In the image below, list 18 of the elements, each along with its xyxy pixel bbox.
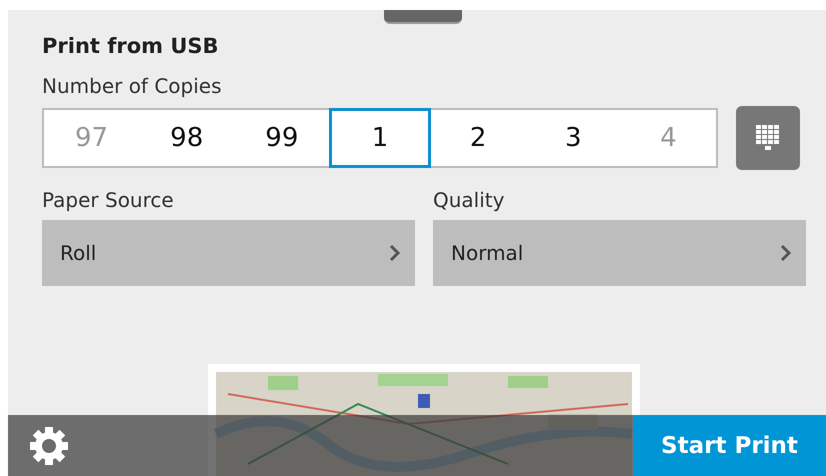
- settings-icon[interactable]: [28, 424, 70, 466]
- copy-count-option[interactable]: 2: [430, 110, 526, 166]
- copy-count-option[interactable]: 99: [234, 110, 330, 166]
- keypad-icon: [755, 125, 781, 151]
- chevron-right-icon: [389, 244, 401, 262]
- copy-count-option[interactable]: 1: [329, 108, 431, 168]
- copy-count-option[interactable]: 98: [139, 110, 234, 166]
- copy-count-option[interactable]: 3: [526, 110, 621, 166]
- field-label: Paper Source: [42, 188, 175, 212]
- copies-picker[interactable]: 97 98 99 1 2 3 4: [42, 108, 718, 168]
- field-label: Quality: [433, 188, 506, 212]
- setting-selector[interactable]: Roll: [42, 220, 415, 286]
- drawer-handle[interactable]: [384, 10, 462, 24]
- keypad-button[interactable]: [736, 106, 800, 170]
- page-title: Print from USB: [42, 34, 220, 58]
- setting-selector[interactable]: Normal: [433, 220, 806, 286]
- field-label: Number of Copies: [42, 74, 223, 98]
- chevron-right-icon: [780, 244, 792, 262]
